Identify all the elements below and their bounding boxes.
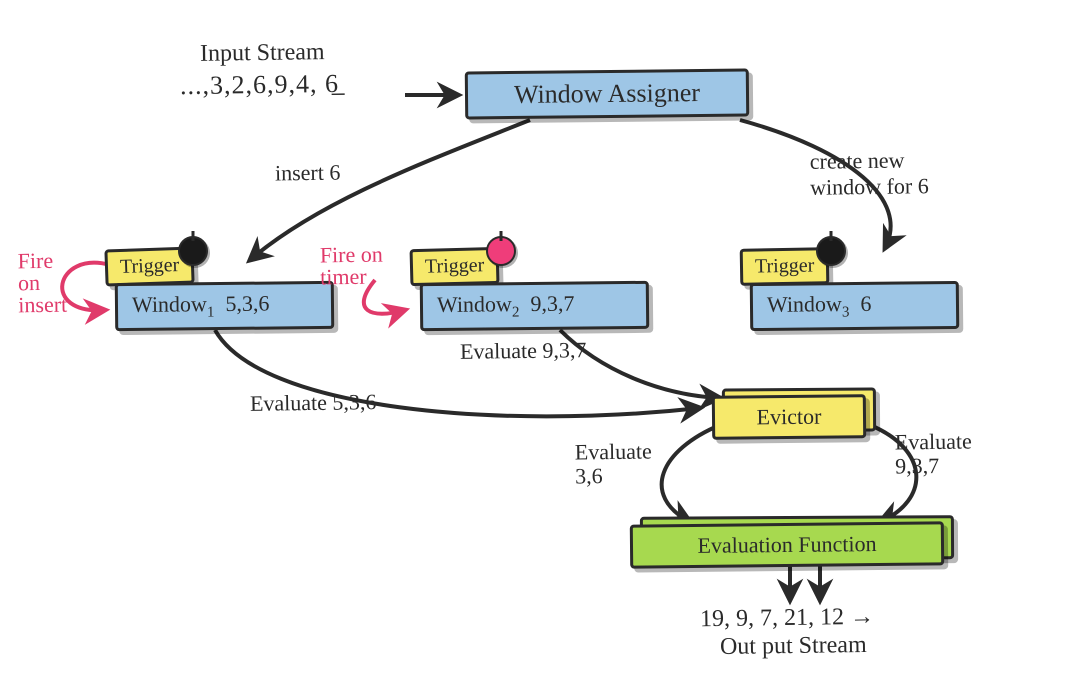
window-sub: 2	[512, 305, 520, 321]
evaluation-function-label: Evaluation Function	[697, 531, 876, 558]
edge-evaluate-536: Evaluate 5,3,6	[250, 389, 377, 417]
trigger-label: Trigger	[755, 254, 815, 277]
window-assigner-box: Window Assigner	[465, 69, 749, 120]
window-values: 9,3,7	[530, 291, 574, 316]
edge-create-new-label: create new window for 6	[810, 147, 929, 201]
diagram-canvas: Input Stream ...,3,2,6,9,4, 6̲ Window As…	[0, 0, 1080, 673]
fire-on-timer-label: Fire on timer	[320, 244, 384, 289]
fire-on-insert-label: Fire on insert	[18, 250, 68, 317]
pin-icon	[486, 236, 516, 266]
input-stream-title: Input Stream	[200, 39, 325, 68]
window-sub: 3	[842, 304, 850, 320]
input-stream-values: ...,3,2,6,9,4, 6̲	[180, 69, 339, 101]
pin-icon	[178, 236, 208, 266]
window-3-box: Window3 6	[750, 281, 959, 332]
edge-evaluate-937: Evaluate 9,3,7	[460, 337, 587, 365]
window-1-box: Window1 5,3,6	[115, 281, 334, 332]
trigger-label: Trigger	[425, 254, 485, 278]
window-values: 6	[860, 291, 871, 316]
output-stream-values: 19, 9, 7, 21, 12 →	[700, 604, 874, 633]
window-name: Window	[132, 291, 207, 317]
window-2-box: Window2 9,3,7	[420, 281, 649, 332]
window-assigner-label: Window Assigner	[514, 78, 700, 109]
window-name: Window	[437, 291, 512, 317]
edge-evaluate-36: Evaluate 3,6	[575, 439, 653, 488]
edge-insert-label: insert 6	[275, 160, 341, 187]
window-sub: 1	[207, 304, 215, 320]
window-name: Window	[767, 291, 842, 317]
evictor-label: Evictor	[756, 404, 821, 430]
trigger-label: Trigger	[120, 254, 180, 278]
output-stream-title: Out put Stream	[720, 632, 867, 661]
edge-evaluate-937b: Evaluate 9,3,7	[895, 429, 973, 478]
pin-icon	[816, 236, 846, 266]
evictor-box: Evictor	[712, 394, 866, 440]
window-values: 5,3,6	[225, 291, 269, 316]
evaluation-function-box: Evaluation Function	[630, 521, 944, 568]
